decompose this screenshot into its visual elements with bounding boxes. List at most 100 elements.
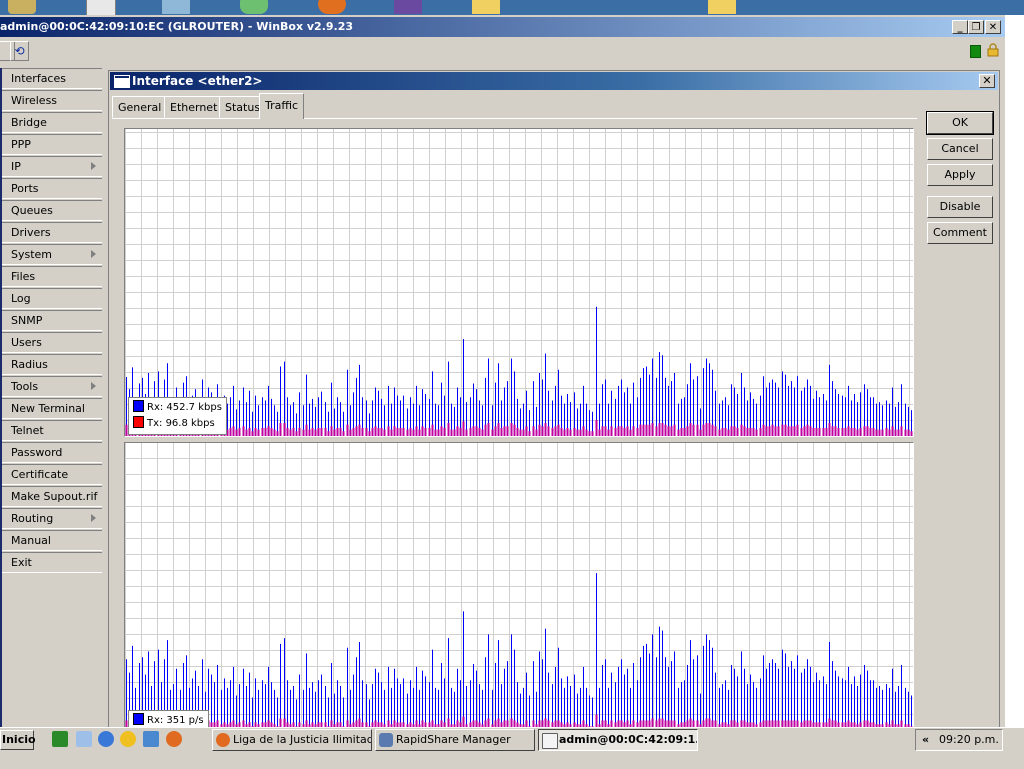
sidebar-item-routing[interactable]: Routing [2, 508, 102, 529]
sidebar-item-label: Wireless [11, 94, 58, 107]
taskbar-task-firefox[interactable]: Liga de la Justicia Ilimitad... [212, 729, 372, 751]
sidebar-item-label: Users [11, 336, 42, 349]
interface-dialog: Interface <ether2> ✕ General Ethernet St… [108, 70, 1000, 727]
window-title-bar[interactable]: admin@00:0C:42:09:10:EC (GLROUTER) - Win… [0, 17, 1005, 37]
sidebar-item-log[interactable]: Log [2, 288, 102, 309]
sidebar-menu: Interfaces Wireless Bridge PPP IP Ports Queues… [0, 68, 104, 727]
submenu-arrow-icon [91, 382, 96, 390]
winbox-icon [542, 733, 558, 749]
refresh-icon[interactable]: ⟲ [10, 41, 29, 61]
tray-expand-button[interactable]: « [922, 730, 929, 750]
submenu-arrow-icon [91, 514, 96, 522]
desktop-strip [0, 0, 1024, 15]
dialog-title: Interface <ether2> [132, 74, 263, 88]
desktop-shortcut-icon[interactable] [8, 0, 36, 14]
cancel-button[interactable]: Cancel [927, 138, 993, 160]
bits-traffic-chart: Rx: 452.7 kbps Tx: 96.8 kbps [124, 128, 914, 437]
tab-ethernet[interactable]: Ethernet [164, 96, 224, 118]
sidebar-item-label: System [11, 248, 53, 261]
internet-explorer-icon[interactable] [98, 731, 114, 747]
sidebar-item-manual[interactable]: Manual [2, 530, 102, 551]
folder-icon[interactable] [708, 0, 736, 14]
sidebar-item-ip[interactable]: IP [2, 156, 102, 177]
sidebar-item-users[interactable]: Users [2, 332, 102, 353]
sidebar-item-label: Files [11, 270, 36, 283]
sidebar-item-system[interactable]: System [2, 244, 102, 265]
traffic-tab-panel: Rx: 452.7 kbps Tx: 96.8 kbps Rx: 351 p/s [112, 118, 917, 727]
desktop-shortcut-icon[interactable] [318, 0, 346, 14]
sidebar-item-label: SNMP [11, 314, 43, 327]
apply-button[interactable]: Apply [927, 164, 993, 186]
rx-bits-label: Rx: 452.7 kbps [147, 402, 222, 413]
sidebar-item-telnet[interactable]: Telnet [2, 420, 102, 441]
lock-icon [987, 43, 999, 57]
sidebar-item-label: New Terminal [11, 402, 85, 415]
desktop-shortcut-icon[interactable] [394, 0, 422, 14]
clock[interactable]: 09:20 p.m. [939, 730, 999, 750]
sidebar-item-label: Exit [11, 556, 32, 569]
tab-traffic[interactable]: Traffic [259, 93, 305, 119]
rx-swatch [133, 713, 144, 725]
disable-button[interactable]: Disable [927, 196, 993, 218]
dialog-title-bar[interactable]: Interface <ether2> ✕ [110, 72, 998, 90]
sidebar-item-label: Queues [11, 204, 53, 217]
task-label: admin@00:0C:42:09:1... [559, 733, 698, 746]
task-label: RapidShare Manager [396, 733, 511, 746]
desktop-shortcut-icon[interactable] [240, 0, 268, 14]
sidebar-item-certificate[interactable]: Certificate [2, 464, 102, 485]
sidebar-item-drivers[interactable]: Drivers [2, 222, 102, 243]
sidebar-item-ports[interactable]: Ports [2, 178, 102, 199]
taskbar: Inicio Liga de la Justicia Ilimitad... R… [0, 727, 1024, 769]
sidebar-item-label: Interfaces [11, 72, 66, 85]
desktop-shortcut-icon[interactable] [86, 0, 116, 15]
sidebar-item-interfaces[interactable]: Interfaces [2, 68, 102, 89]
sidebar-item-new-terminal[interactable]: New Terminal [2, 398, 102, 419]
app-launcher-icon[interactable] [143, 731, 159, 747]
sidebar-item-files[interactable]: Files [2, 266, 102, 287]
sidebar-item-queues[interactable]: Queues [2, 200, 102, 221]
system-tray: « 09:20 p.m. [915, 729, 1003, 751]
rapidshare-icon [379, 733, 393, 747]
clock-app-icon[interactable] [120, 731, 136, 747]
sidebar-item-label: Routing [11, 512, 54, 525]
connection-status-icon [970, 45, 981, 58]
ok-button[interactable]: OK [926, 111, 994, 135]
packets-legend: Rx: 351 p/s [128, 710, 209, 727]
taskbar-task-rapidshare[interactable]: RapidShare Manager [375, 729, 535, 751]
rx-packets-label: Rx: 351 p/s [147, 715, 204, 726]
sidebar-item-label: Certificate [11, 468, 69, 481]
sidebar-item-exit[interactable]: Exit [2, 552, 102, 573]
sidebar-item-radius[interactable]: Radius [2, 354, 102, 375]
desktop-shortcut-icon[interactable] [162, 0, 190, 14]
tab-general[interactable]: General [112, 96, 168, 118]
sidebar-item-password[interactable]: Password [2, 442, 102, 463]
firefox-icon[interactable] [166, 731, 182, 747]
sidebar-item-wireless[interactable]: Wireless [2, 90, 102, 111]
folder-icon[interactable] [472, 0, 500, 14]
submenu-arrow-icon [91, 250, 96, 258]
sidebar-item-tools[interactable]: Tools [2, 376, 102, 397]
sidebar-item-ppp[interactable]: PPP [2, 134, 102, 155]
quicklaunch-app-icon[interactable] [52, 731, 68, 747]
sidebar-item-snmp[interactable]: SNMP [2, 310, 102, 331]
minimize-button[interactable]: _ [952, 20, 968, 34]
window-title: admin@00:0C:42:09:10:EC (GLROUTER) - Win… [0, 20, 354, 33]
taskbar-task-winbox[interactable]: admin@00:0C:42:09:1... [538, 729, 698, 751]
sidebar-item-label: Ports [11, 182, 39, 195]
sidebar-item-make-supout-rif[interactable]: Make Supout.rif [2, 486, 102, 507]
start-button[interactable]: Inicio [0, 730, 36, 750]
show-desktop-icon[interactable] [76, 731, 92, 747]
restore-button[interactable]: ❐ [968, 20, 984, 34]
firefox-icon [216, 733, 230, 747]
rx-swatch [133, 400, 144, 412]
dialog-close-button[interactable]: ✕ [979, 74, 995, 88]
tx-swatch [133, 416, 144, 428]
sidebar-item-label: Telnet [11, 424, 44, 437]
close-button[interactable]: ✕ [985, 20, 1001, 34]
sidebar-item-label: Bridge [11, 116, 47, 129]
sidebar-item-bridge[interactable]: Bridge [2, 112, 102, 133]
sidebar-item-label: Log [11, 292, 31, 305]
sidebar-item-label: Manual [11, 534, 51, 547]
comment-button[interactable]: Comment [927, 222, 993, 244]
winbox-window: admin@00:0C:42:09:10:EC (GLROUTER) - Win… [0, 15, 1005, 727]
